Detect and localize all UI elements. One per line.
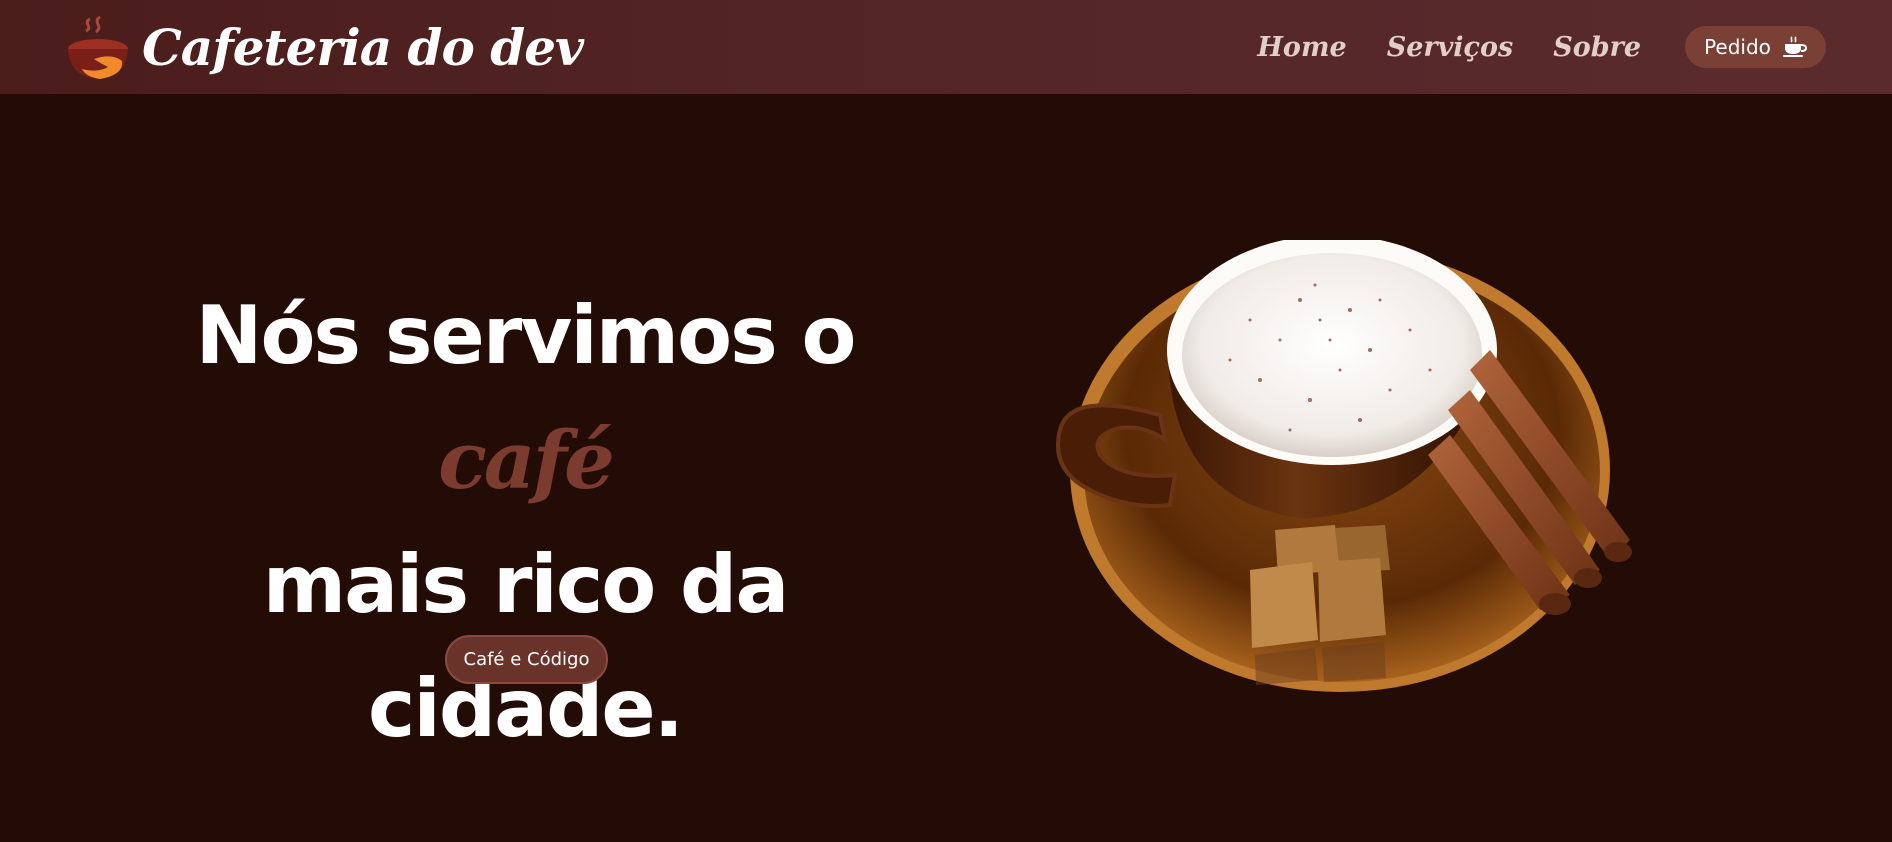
nav-link-sobre[interactable]: Sobre: [1553, 32, 1641, 63]
cafe-e-codigo-button[interactable]: Café e Código: [445, 635, 608, 684]
order-button-label: Pedido: [1704, 35, 1771, 59]
hero-headline: Nós servimos o café mais rico da cidade.: [120, 274, 930, 771]
coffee-cup-image: [1056, 240, 1632, 692]
headline-part1: Nós servimos o: [195, 289, 856, 382]
coffee-cup-logo-icon: [68, 15, 128, 79]
navbar: Cafeteria do dev Home Serviços Sobre Ped…: [0, 0, 1892, 94]
headline-accent: café: [438, 413, 615, 507]
brand[interactable]: Cafeteria do dev: [64, 8, 584, 88]
nav-link-servicos[interactable]: Serviços: [1387, 32, 1514, 63]
brand-title: Cafeteria do dev: [142, 18, 584, 77]
order-button[interactable]: Pedido: [1685, 26, 1826, 68]
coffee-cup-icon: [1782, 36, 1807, 57]
headline-line2: mais rico da: [262, 538, 790, 631]
hero-text: Nós servimos o café mais rico da cidade.: [120, 274, 930, 771]
nav-links: Home Serviços Sobre Pedido: [1257, 0, 1892, 94]
nav-link-home[interactable]: Home: [1257, 32, 1346, 63]
